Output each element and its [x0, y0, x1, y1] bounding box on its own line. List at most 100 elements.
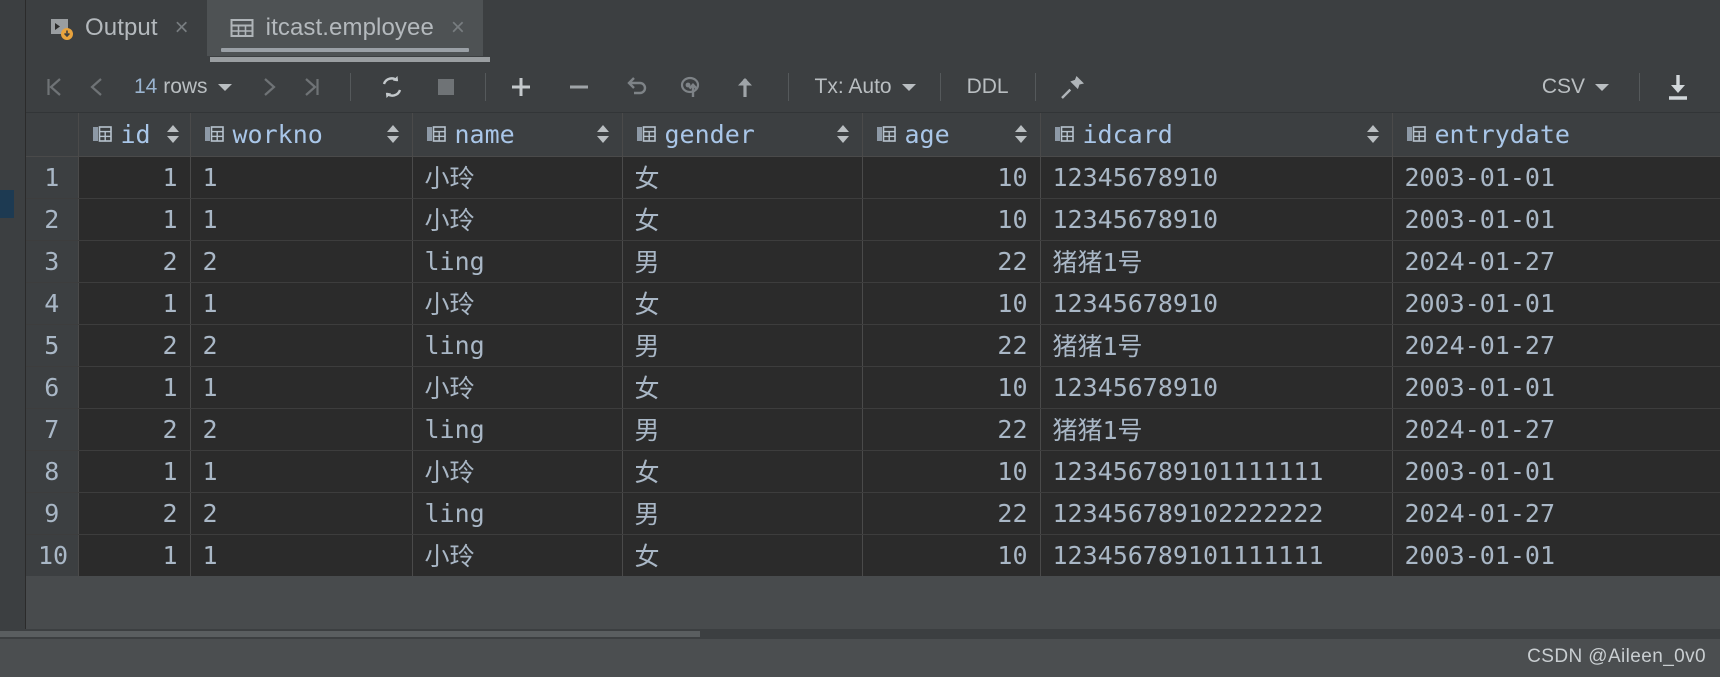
cell-age[interactable]: 22 [862, 324, 1040, 366]
header-gender[interactable]: gender [622, 113, 862, 156]
header-entrydate[interactable]: entrydate [1392, 113, 1720, 156]
tab-output[interactable]: Output × [26, 0, 207, 56]
pin-tab-button[interactable] [1050, 68, 1096, 106]
cell-workno[interactable]: 1 [190, 534, 412, 576]
rows-count-dropdown[interactable]: 14 rows [118, 75, 248, 99]
row-number[interactable]: 9 [26, 492, 78, 534]
cell-age[interactable]: 22 [862, 492, 1040, 534]
table-row[interactable]: 811小玲女101234567891011111112003-01-01 [26, 450, 1720, 492]
cell-age[interactable]: 22 [862, 408, 1040, 450]
cell-entrydate[interactable]: 2003-01-01 [1392, 450, 1720, 492]
cell-gender[interactable]: 女 [622, 450, 862, 492]
cell-entrydate[interactable]: 2003-01-01 [1392, 198, 1720, 240]
cell-idcard[interactable]: 猪猪1号 [1040, 408, 1392, 450]
table-row[interactable]: 411小玲女10123456789102003-01-01 [26, 282, 1720, 324]
cell-workno[interactable]: 2 [190, 324, 412, 366]
sort-arrows-icon-workno[interactable] [387, 123, 400, 145]
cell-workno[interactable]: 1 [190, 450, 412, 492]
tab-itcast-employee-close-icon[interactable]: × [451, 16, 465, 40]
sort-arrows-icon-age[interactable] [1015, 123, 1028, 145]
header-name[interactable]: name [412, 113, 622, 156]
cell-age[interactable]: 10 [862, 534, 1040, 576]
first-page-button[interactable] [34, 68, 76, 106]
upload-button[interactable] [722, 68, 768, 106]
cell-id[interactable]: 1 [78, 534, 190, 576]
export-format-dropdown[interactable]: CSV [1526, 75, 1625, 99]
tab-output-close-icon[interactable]: × [175, 16, 189, 40]
previous-page-button[interactable] [76, 68, 118, 106]
tab-itcast-employee[interactable]: itcast.employee × [207, 0, 483, 56]
stop-button[interactable] [425, 68, 467, 106]
cell-entrydate[interactable]: 2003-01-01 [1392, 156, 1720, 198]
cell-idcard[interactable]: 12345678910 [1040, 198, 1392, 240]
cell-entrydate[interactable]: 2003-01-01 [1392, 282, 1720, 324]
table-row[interactable]: 522ling男22猪猪1号2024-01-27 [26, 324, 1720, 366]
grid-horizontal-scrollbar[interactable] [0, 629, 1720, 639]
cell-idcard[interactable]: 12345678910 [1040, 156, 1392, 198]
cell-idcard[interactable]: 猪猪1号 [1040, 324, 1392, 366]
cell-age[interactable]: 10 [862, 282, 1040, 324]
cell-name[interactable]: 小玲 [412, 282, 622, 324]
cell-workno[interactable]: 1 [190, 366, 412, 408]
table-row[interactable]: 722ling男22猪猪1号2024-01-27 [26, 408, 1720, 450]
table-row[interactable]: 611小玲女10123456789102003-01-01 [26, 366, 1720, 408]
cell-id[interactable]: 1 [78, 198, 190, 240]
cell-name[interactable]: 小玲 [412, 450, 622, 492]
cell-gender[interactable]: 男 [622, 408, 862, 450]
sort-arrows-icon-gender[interactable] [837, 123, 850, 145]
cell-entrydate[interactable]: 2024-01-27 [1392, 492, 1720, 534]
cell-gender[interactable]: 女 [622, 366, 862, 408]
cell-gender[interactable]: 男 [622, 240, 862, 282]
cell-name[interactable]: ling [412, 492, 622, 534]
cell-name[interactable]: 小玲 [412, 366, 622, 408]
cell-gender[interactable]: 男 [622, 324, 862, 366]
cell-id[interactable]: 1 [78, 156, 190, 198]
cell-gender[interactable]: 女 [622, 534, 862, 576]
transaction-mode-dropdown[interactable]: Tx: Auto [809, 75, 922, 99]
sort-arrows-icon-id[interactable] [167, 123, 180, 145]
cell-gender[interactable]: 女 [622, 198, 862, 240]
cell-idcard[interactable]: 123456789102222222 [1040, 492, 1392, 534]
cell-workno[interactable]: 2 [190, 240, 412, 282]
sort-arrows-icon-name[interactable] [597, 123, 610, 145]
cell-id[interactable]: 1 [78, 366, 190, 408]
header-id[interactable]: id [78, 113, 190, 156]
last-page-button[interactable] [290, 68, 332, 106]
cell-entrydate[interactable]: 2024-01-27 [1392, 408, 1720, 450]
cell-idcard[interactable]: 12345678910 [1040, 282, 1392, 324]
cell-idcard[interactable]: 12345678910 [1040, 366, 1392, 408]
row-number[interactable]: 6 [26, 366, 78, 408]
row-number[interactable]: 10 [26, 534, 78, 576]
row-number[interactable]: 8 [26, 450, 78, 492]
row-number[interactable]: 7 [26, 408, 78, 450]
table-row[interactable]: 922ling男221234567891022222222024-01-27 [26, 492, 1720, 534]
cell-name[interactable]: 小玲 [412, 156, 622, 198]
cell-idcard[interactable]: 123456789101111111 [1040, 450, 1392, 492]
cell-id[interactable]: 2 [78, 324, 190, 366]
cell-gender[interactable]: 女 [622, 156, 862, 198]
cell-entrydate[interactable]: 2024-01-27 [1392, 324, 1720, 366]
cell-workno[interactable]: 1 [190, 198, 412, 240]
cell-workno[interactable]: 2 [190, 408, 412, 450]
cell-idcard[interactable]: 123456789101111111 [1040, 534, 1392, 576]
table-row[interactable]: 1011小玲女101234567891011111112003-01-01 [26, 534, 1720, 576]
cell-age[interactable]: 10 [862, 450, 1040, 492]
cell-age[interactable]: 10 [862, 198, 1040, 240]
cell-age[interactable]: 10 [862, 156, 1040, 198]
cell-workno[interactable]: 1 [190, 156, 412, 198]
grid-horizontal-scrollbar-thumb[interactable] [0, 631, 700, 637]
ddl-button[interactable]: DDL [959, 68, 1017, 106]
table-row[interactable]: 322ling男22猪猪1号2024-01-27 [26, 240, 1720, 282]
reload-button[interactable] [369, 68, 415, 106]
result-grid[interactable]: id workno [26, 113, 1720, 576]
header-idcard[interactable]: idcard [1040, 113, 1392, 156]
cell-name[interactable]: ling [412, 408, 622, 450]
cell-gender[interactable]: 男 [622, 492, 862, 534]
cell-workno[interactable]: 1 [190, 282, 412, 324]
header-age[interactable]: age [862, 113, 1040, 156]
revert-changes-button[interactable] [614, 68, 660, 106]
submit-changes-button[interactable] [668, 68, 714, 106]
cell-entrydate[interactable]: 2024-01-27 [1392, 240, 1720, 282]
table-row[interactable]: 111小玲女10123456789102003-01-01 [26, 156, 1720, 198]
cell-name[interactable]: ling [412, 240, 622, 282]
